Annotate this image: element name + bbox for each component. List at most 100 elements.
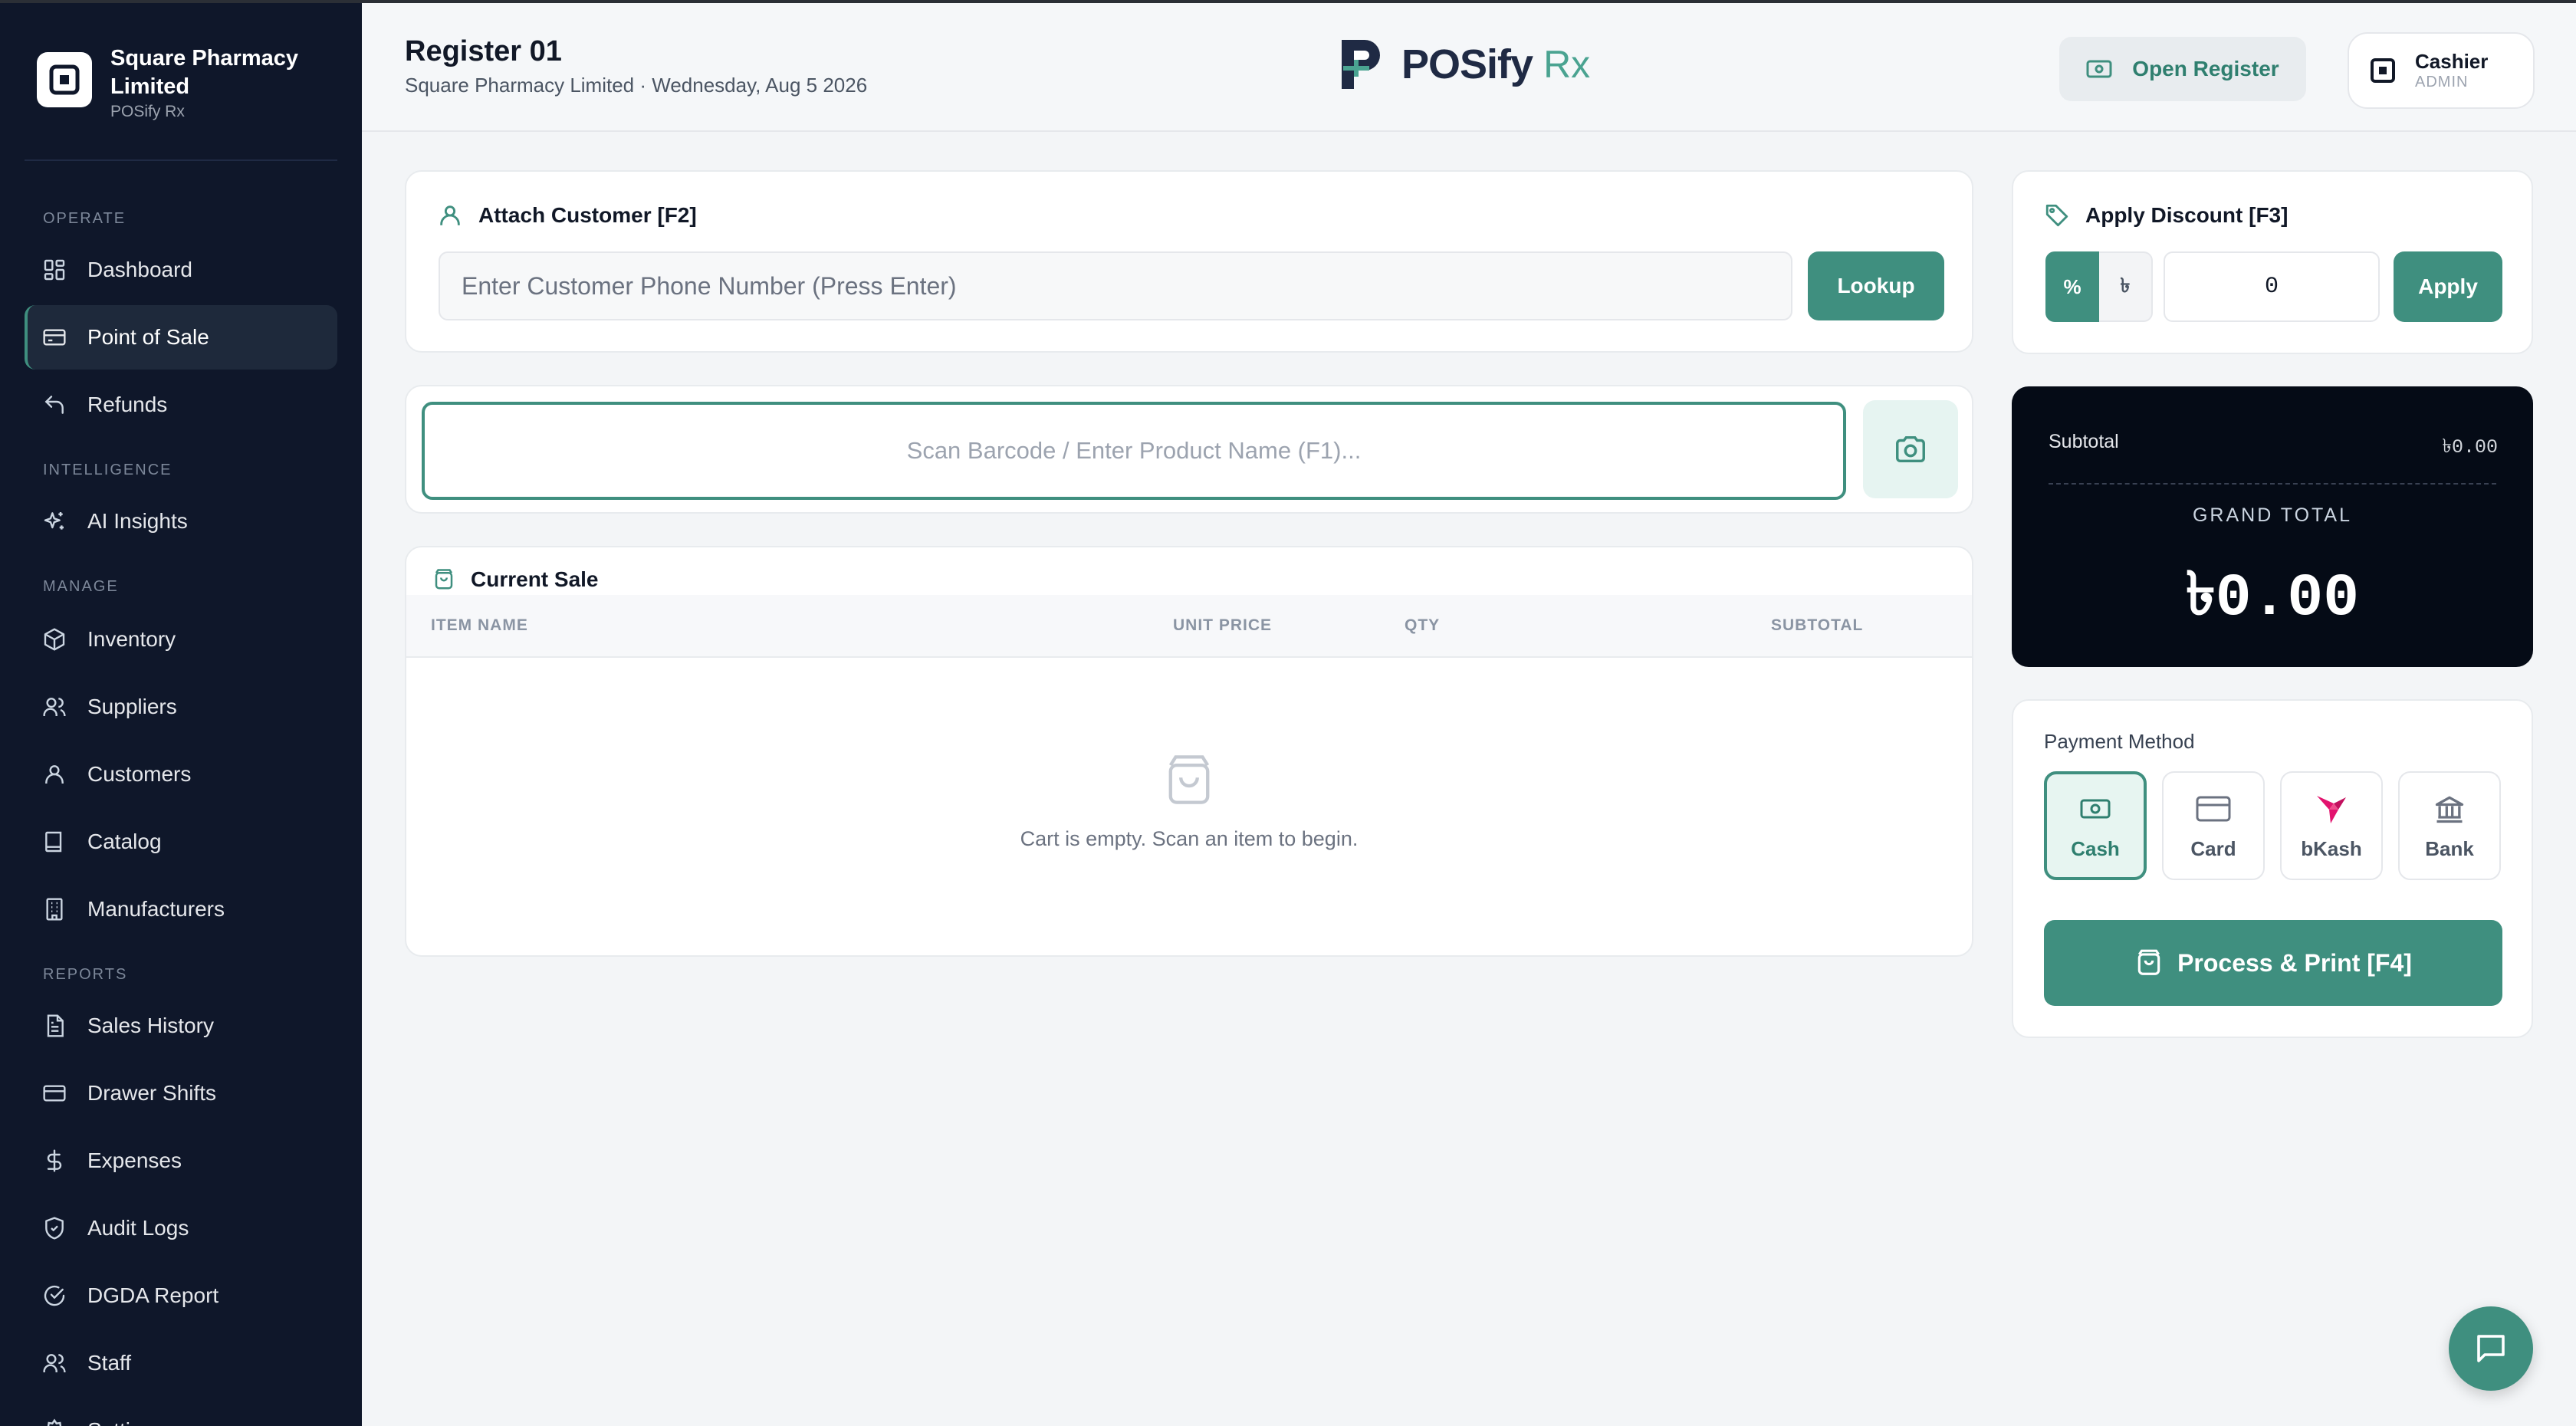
current-sale-title: Current Sale: [432, 567, 599, 592]
sidebar-item-audit-logs[interactable]: Audit Logs: [25, 1196, 337, 1260]
sidebar-item-point-of-sale[interactable]: Point of Sale: [25, 305, 337, 370]
sidebar-item-label: Drawer Shifts: [87, 1081, 217, 1105]
logo-text: POSify: [1401, 41, 1533, 87]
payment-card-button[interactable]: Card: [2162, 771, 2265, 880]
section-label-reports: REPORTS: [43, 966, 128, 983]
sidebar-item-label: AI Insights: [87, 509, 188, 533]
brand-subtitle: POSify Rx: [110, 103, 185, 120]
shopping-bag-icon: [1168, 755, 1210, 804]
dashboard-grid-icon: [41, 257, 67, 283]
sidebar-item-dashboard[interactable]: Dashboard: [25, 238, 337, 302]
sidebar-item-label: Catalog: [87, 830, 162, 853]
sidebar-item-label: Settings: [87, 1418, 165, 1426]
cashier-profile-button[interactable]: Cashier ADMIN: [2348, 32, 2535, 109]
sidebar-item-dgda-report[interactable]: DGDA Report: [25, 1263, 337, 1328]
discount-currency-toggle[interactable]: ৳: [2099, 251, 2153, 322]
payment-bkash-button[interactable]: bKash: [2280, 771, 2383, 880]
sidebar-item-refunds[interactable]: Refunds: [25, 373, 337, 437]
sidebar-item-label: Point of Sale: [87, 325, 209, 349]
shield-check-icon: [41, 1215, 67, 1241]
register-subtitle: Square Pharmacy Limited · Wednesday, Aug…: [405, 74, 868, 97]
grand-total-label: GRAND TOTAL: [2192, 504, 2353, 526]
sidebar-divider: [25, 159, 337, 161]
column-header-qty: QTY: [1405, 616, 1441, 634]
section-label-manage: MANAGE: [43, 578, 119, 595]
users-icon: [41, 694, 67, 720]
sidebar-item-label: DGDA Report: [87, 1283, 219, 1307]
totals-panel: Subtotal ৳0.00 GRAND TOTAL ৳0.00: [2012, 386, 2533, 667]
shopping-bag-icon: [435, 569, 453, 590]
column-header-unit-price: UNIT PRICE: [1173, 616, 1273, 634]
open-register-button[interactable]: Open Register: [2059, 37, 2306, 101]
current-sale-card: Current Sale ITEM NAME UNIT PRICE QTY SU…: [405, 546, 1973, 957]
register-title: Register 01: [405, 35, 562, 67]
users-icon: [41, 1350, 67, 1376]
payment-method-card: Payment Method Cash Card bKash Bank Proc…: [2012, 699, 2533, 1038]
sidebar-item-drawer-shifts[interactable]: Drawer Shifts: [25, 1061, 337, 1125]
camera-icon: [1896, 435, 1925, 463]
credit-card-icon: [41, 324, 67, 350]
sidebar-item-label: Manufacturers: [87, 897, 225, 921]
sidebar-item-label: Refunds: [87, 393, 168, 416]
payment-method-label: Payment Method: [2044, 730, 2195, 753]
customer-phone-input[interactable]: [439, 251, 1792, 320]
tag-icon: [2045, 204, 2068, 227]
sidebar-item-suppliers[interactable]: Suppliers: [25, 675, 337, 739]
gear-icon: [41, 1418, 67, 1426]
column-header-subtotal: SUBTOTAL: [1771, 616, 1864, 634]
brand: Square Pharmacy Limited POSify Rx: [37, 44, 340, 121]
sidebar-item-inventory[interactable]: Inventory: [25, 607, 337, 672]
sidebar-item-ai-insights[interactable]: AI Insights: [25, 489, 337, 554]
cashier-name: Cashier: [2415, 50, 2489, 73]
sidebar-item-label: Audit Logs: [87, 1216, 189, 1240]
attach-customer-title: Attach Customer [F2]: [437, 202, 697, 228]
camera-scan-button[interactable]: [1863, 400, 1958, 498]
sidebar-item-label: Sales History: [87, 1014, 214, 1037]
credit-card-icon: [2196, 791, 2231, 826]
sidebar-item-manufacturers[interactable]: Manufacturers: [25, 877, 337, 941]
book-icon: [41, 829, 67, 855]
banknote-icon: [2086, 60, 2112, 78]
column-header-item-name: ITEM NAME: [431, 616, 528, 634]
credit-card-icon: [41, 1080, 67, 1106]
discount-percent-toggle[interactable]: %: [2045, 251, 2099, 322]
payment-cash-button[interactable]: Cash: [2044, 771, 2147, 880]
payment-bank-button[interactable]: Bank: [2398, 771, 2501, 880]
attach-customer-card: Attach Customer [F2] Lookup: [405, 170, 1973, 353]
user-icon: [41, 761, 67, 787]
sidebar-item-expenses[interactable]: Expenses: [25, 1129, 337, 1193]
sidebar-item-label: Suppliers: [87, 695, 177, 718]
banknote-icon: [2080, 791, 2111, 826]
chat-bubble-icon: [2477, 1335, 2505, 1362]
subtotal-value: ৳0.00: [2442, 436, 2498, 458]
sidebar-item-label: Staff: [87, 1351, 132, 1375]
bkash-bird-icon: [2314, 791, 2349, 826]
sidebar-item-staff[interactable]: Staff: [25, 1331, 337, 1395]
dollar-sign-icon: [41, 1148, 67, 1174]
discount-value-input[interactable]: [2164, 251, 2380, 322]
sidebar-item-sales-history[interactable]: Sales History: [25, 994, 337, 1058]
scan-card: [405, 385, 1973, 514]
apply-discount-button[interactable]: Apply: [2394, 251, 2502, 322]
barcode-search-input[interactable]: [422, 402, 1846, 500]
undo-arrow-icon: [41, 392, 67, 418]
window-top-border: [0, 0, 2576, 3]
sidebar: Square Pharmacy Limited POSify Rx OPERAT…: [0, 0, 362, 1426]
lookup-button[interactable]: Lookup: [1808, 251, 1944, 320]
logo-rx: Rx: [1543, 43, 1591, 86]
chat-support-button[interactable]: [2449, 1306, 2533, 1391]
building-icon: [41, 896, 67, 922]
process-print-button[interactable]: Process & Print [F4]: [2044, 920, 2502, 1006]
totals-divider: [2049, 483, 2496, 485]
sidebar-item-customers[interactable]: Customers: [25, 742, 337, 807]
sidebar-item-label: Inventory: [87, 627, 176, 651]
top-header: Register 01 Square Pharmacy Limited · We…: [362, 3, 2576, 132]
apply-discount-card: Apply Discount [F3] % ৳ Apply: [2012, 170, 2533, 354]
cashier-role: ADMIN: [2415, 74, 2469, 90]
user-icon: [440, 205, 460, 225]
section-label-intelligence: INTELLIGENCE: [43, 462, 172, 478]
sidebar-item-settings[interactable]: Settings: [25, 1398, 337, 1426]
posify-logo: POSify Rx: [1337, 35, 1590, 94]
sidebar-item-catalog[interactable]: Catalog: [25, 810, 337, 874]
square-logo-icon: [2371, 58, 2395, 83]
